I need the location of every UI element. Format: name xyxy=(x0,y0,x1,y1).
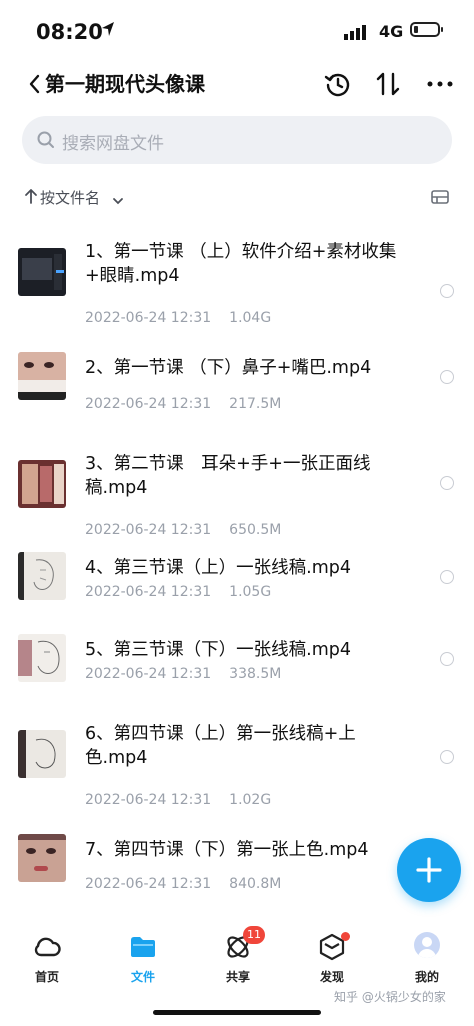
network-type: 4G xyxy=(379,22,404,41)
file-date: 2022-06-24 12:31 xyxy=(85,666,212,682)
file-size: 650.5M xyxy=(229,522,282,538)
file-date: 2022-06-24 12:31 xyxy=(85,522,212,538)
video-thumbnail xyxy=(18,460,66,508)
select-radio[interactable] xyxy=(440,476,454,490)
tab-label: 文件 xyxy=(130,970,155,984)
tab-mine[interactable]: 我的 xyxy=(397,932,457,985)
status-bar: 08:20 4G xyxy=(0,0,474,62)
file-name: 4、第三节课（上）一张线稿.mp4 xyxy=(85,558,351,578)
file-meta: 2022-06-24 12:31 1.02G xyxy=(85,792,271,808)
avatar-icon xyxy=(414,932,440,958)
cloud-icon xyxy=(32,932,62,962)
nav-header: 第一期现代头像课 xyxy=(0,62,474,106)
video-thumbnail xyxy=(18,248,66,296)
file-meta: 2022-06-24 12:31 650.5M xyxy=(85,522,281,538)
watermark: 知乎 @火锅少女的家 xyxy=(334,990,446,1004)
search-bar[interactable]: 搜索网盘文件 xyxy=(22,116,452,164)
location-arrow-icon xyxy=(100,20,116,42)
file-meta: 2022-06-24 12:31 1.05G xyxy=(85,584,271,600)
sort-row: 按文件名 xyxy=(22,185,452,211)
tab-files[interactable]: 文件 xyxy=(113,932,173,985)
add-button[interactable] xyxy=(397,838,461,902)
chevron-down-icon[interactable] xyxy=(112,191,124,210)
file-size: 840.8M xyxy=(229,876,282,892)
sort-arrow-up-icon[interactable] xyxy=(24,188,38,208)
select-radio[interactable] xyxy=(440,284,454,298)
file-size: 1.05G xyxy=(229,584,272,600)
file-date: 2022-06-24 12:31 xyxy=(85,792,212,808)
video-thumbnail xyxy=(18,352,66,400)
select-radio[interactable] xyxy=(440,652,454,666)
folder-icon xyxy=(128,932,158,962)
video-thumbnail xyxy=(18,634,66,682)
battery-icon xyxy=(410,22,443,37)
share-orbit-icon: 11 xyxy=(223,926,265,962)
tab-label: 发现 xyxy=(319,970,344,984)
file-meta: 2022-06-24 12:31 338.5M xyxy=(85,666,281,682)
file-name: 3、第二节课 耳朵+手+一张正面线稿.mp4 xyxy=(85,454,371,498)
file-size: 338.5M xyxy=(229,666,282,682)
list-view-toggle-icon[interactable] xyxy=(430,189,450,209)
file-size: 1.04G xyxy=(229,310,272,326)
status-time: 08:20 xyxy=(36,20,103,44)
video-thumbnail xyxy=(18,834,66,882)
cube-icon xyxy=(317,932,350,962)
file-name: 1、第一节课 （上）软件介绍+素材收集+眼睛.mp4 xyxy=(85,242,397,286)
avatar-wrap xyxy=(412,932,442,962)
search-placeholder: 搜索网盘文件 xyxy=(62,134,164,154)
tab-home[interactable]: 首页 xyxy=(17,932,77,985)
file-name: 5、第三节课（下）一张线稿.mp4 xyxy=(85,640,351,660)
sort-order-icon[interactable] xyxy=(372,68,404,100)
home-indicator xyxy=(153,1010,321,1015)
signal-icon xyxy=(344,24,372,44)
tab-share[interactable]: 11 共享 xyxy=(208,926,268,985)
tab-discover[interactable]: 发现 xyxy=(302,932,362,985)
file-size: 1.02G xyxy=(229,792,272,808)
file-name: 6、第四节课（上）第一张线稿+上色.mp4 xyxy=(85,724,356,768)
file-meta: 2022-06-24 12:31 1.04G xyxy=(85,310,271,326)
file-date: 2022-06-24 12:31 xyxy=(85,876,212,892)
notification-badge: 11 xyxy=(243,926,265,944)
select-radio[interactable] xyxy=(440,570,454,584)
history-icon[interactable] xyxy=(322,68,354,100)
select-radio[interactable] xyxy=(440,750,454,764)
file-size: 217.5M xyxy=(229,396,282,412)
select-radio[interactable] xyxy=(440,370,454,384)
sort-by-name-label[interactable]: 按文件名 xyxy=(40,187,100,208)
file-date: 2022-06-24 12:31 xyxy=(85,584,212,600)
file-date: 2022-06-24 12:31 xyxy=(85,310,212,326)
file-date: 2022-06-24 12:31 xyxy=(85,396,212,412)
file-name: 7、第四节课（下）第一张上色.mp4 xyxy=(85,840,369,860)
tab-label: 共享 xyxy=(225,970,250,984)
file-name: 2、第一节课 （下）鼻子+嘴巴.mp4 xyxy=(85,358,372,378)
tab-label: 首页 xyxy=(34,970,59,984)
file-meta: 2022-06-24 12:31 217.5M xyxy=(85,396,281,412)
tab-label: 我的 xyxy=(414,970,439,984)
file-meta: 2022-06-24 12:31 840.8M xyxy=(85,876,281,892)
search-icon xyxy=(36,130,56,154)
more-icon[interactable] xyxy=(424,68,456,100)
plus-icon xyxy=(416,857,442,883)
page-title: 第一期现代头像课 xyxy=(45,72,205,96)
video-thumbnail xyxy=(18,730,66,778)
video-thumbnail xyxy=(18,552,66,600)
notification-dot xyxy=(341,932,350,941)
